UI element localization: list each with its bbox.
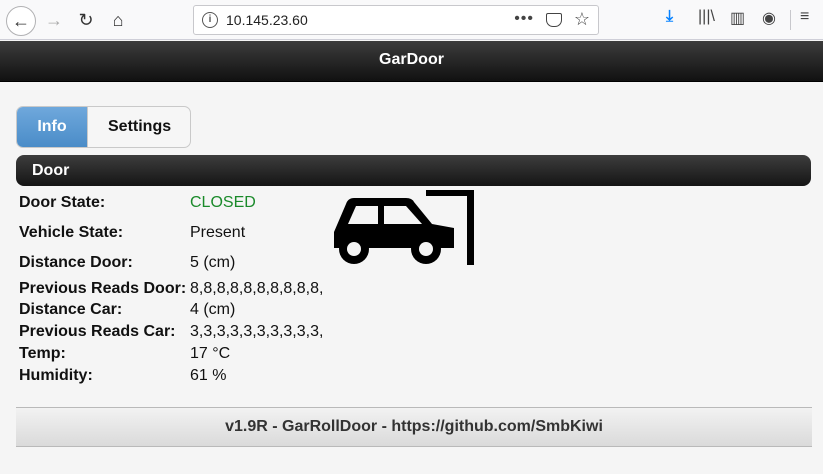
- address-bar[interactable]: i 10.145.23.60 ••• ☆: [193, 5, 599, 35]
- door-section-header: Door: [16, 155, 811, 186]
- hamburger-menu-icon[interactable]: ≡: [800, 8, 809, 26]
- reload-icon[interactable]: ↻: [72, 6, 100, 34]
- info-label: Distance Car:: [19, 301, 123, 318]
- previous-reads-car-value: 3,3,3,3,3,3,3,3,3,3,: [190, 323, 324, 340]
- door-state-value: CLOSED: [190, 194, 256, 211]
- back-icon[interactable]: ←: [6, 6, 36, 36]
- toolbar-separator: [790, 10, 791, 30]
- app-title: GarDoor: [379, 51, 444, 68]
- distance-door-value: 5 (cm): [190, 254, 236, 271]
- site-info-icon[interactable]: i: [202, 12, 218, 28]
- info-label: Distance Door:: [19, 254, 133, 271]
- browser-toolbar: ← → ↻ ⌂ i 10.145.23.60 ••• ☆ ⤓ |||\ ▥ ◉ …: [0, 0, 823, 40]
- info-label: Humidity:: [19, 367, 93, 384]
- distance-car-value: 4 (cm): [190, 301, 236, 318]
- footer-text: v1.9R - GarRollDoor - https://github.com…: [225, 418, 603, 435]
- tab-settings[interactable]: Settings: [87, 107, 190, 147]
- page-actions-icon[interactable]: •••: [514, 10, 534, 28]
- url-text[interactable]: 10.145.23.60: [226, 12, 308, 28]
- download-icon[interactable]: ⤓: [666, 8, 673, 26]
- info-label: Door State:: [19, 194, 106, 211]
- section-title: Door: [32, 162, 70, 179]
- humidity-value: 61 %: [190, 367, 227, 384]
- car-in-garage-icon: [334, 190, 474, 265]
- sidebar-icon[interactable]: ▥: [730, 8, 745, 28]
- account-icon[interactable]: ◉: [762, 8, 776, 28]
- info-label: Previous Reads Car:: [19, 323, 176, 340]
- temp-value: 17 °C: [190, 345, 231, 362]
- pocket-icon[interactable]: [546, 13, 562, 27]
- previous-reads-door-value: 8,8,8,8,8,8,8,8,8,8,: [190, 280, 324, 297]
- tab-info[interactable]: Info: [17, 107, 87, 147]
- info-label: Vehicle State:: [19, 224, 124, 241]
- forward-icon[interactable]: →: [40, 6, 68, 34]
- vehicle-state-value: Present: [190, 224, 246, 241]
- home-icon[interactable]: ⌂: [104, 6, 132, 34]
- tab-bar: Info Settings: [16, 106, 191, 148]
- bookmark-star-icon[interactable]: ☆: [574, 9, 590, 30]
- app-header: GarDoor: [0, 41, 823, 82]
- info-label: Previous Reads Door:: [19, 280, 187, 297]
- footer: v1.9R - GarRollDoor - https://github.com…: [16, 407, 812, 447]
- library-icon[interactable]: |||\: [698, 8, 715, 26]
- info-label: Temp:: [19, 345, 66, 362]
